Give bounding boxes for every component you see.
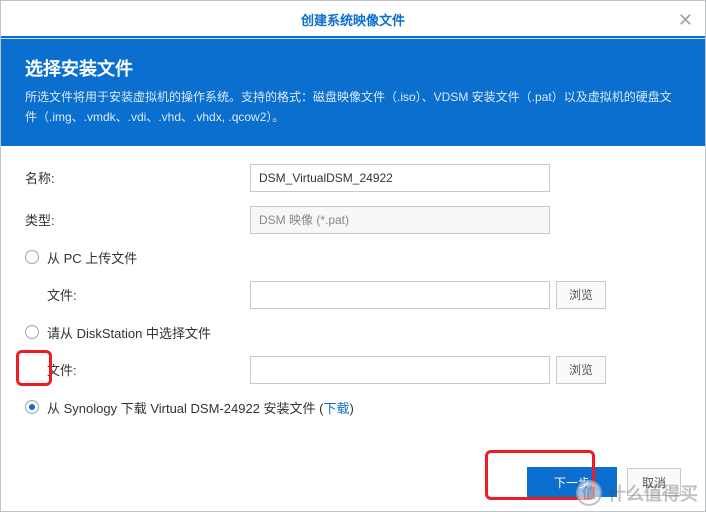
form-body: 名称: 类型: 从 PC 上传文件 文件: 浏览 请从 DiskStation … [1, 146, 705, 453]
name-label: 名称: [25, 168, 250, 187]
download-link[interactable]: 下载 [323, 401, 349, 416]
option-diskstation-label: 请从 DiskStation 中选择文件 [47, 323, 211, 342]
next-button[interactable]: 下一步 [527, 467, 617, 497]
wizard-description: 所选文件将用于安装虚拟机的操作系统。支持的格式：磁盘映像文件（.iso）、VDS… [25, 87, 681, 128]
row-file-pc: 文件: 浏览 [25, 281, 681, 309]
name-input[interactable] [250, 164, 550, 192]
option-diskstation[interactable]: 请从 DiskStation 中选择文件 [25, 323, 681, 342]
file-label-ds: 文件: [25, 360, 250, 379]
close-icon[interactable]: ✕ [678, 1, 693, 39]
create-image-dialog: 创建系统映像文件 ✕ 选择安装文件 所选文件将用于安装虚拟机的操作系统。支持的格… [0, 0, 706, 512]
dialog-footer: 下一步 取消 [1, 453, 705, 511]
option-download-text: 从 Synology 下载 Virtual DSM-24922 安装文件 ( [47, 401, 323, 416]
option-upload-pc-label: 从 PC 上传文件 [47, 248, 137, 267]
file-input-ds[interactable] [250, 356, 550, 384]
option-download-text-suffix: ) [349, 401, 353, 416]
type-input [250, 206, 550, 234]
option-upload-pc[interactable]: 从 PC 上传文件 [25, 248, 681, 267]
row-type: 类型: [25, 206, 681, 234]
file-input-pc[interactable] [250, 281, 550, 309]
radio-icon[interactable] [25, 250, 39, 264]
browse-button-ds[interactable]: 浏览 [556, 356, 606, 384]
option-download-synology[interactable]: 从 Synology 下载 Virtual DSM-24922 安装文件 (下载… [25, 398, 681, 417]
wizard-title: 选择安装文件 [25, 55, 681, 81]
browse-button-pc[interactable]: 浏览 [556, 281, 606, 309]
type-label: 类型: [25, 210, 250, 229]
radio-icon[interactable] [25, 400, 39, 414]
file-label-pc: 文件: [25, 285, 250, 304]
titlebar: 创建系统映像文件 ✕ [1, 1, 705, 39]
row-name: 名称: [25, 164, 681, 192]
cancel-button[interactable]: 取消 [627, 468, 681, 496]
wizard-header: 选择安装文件 所选文件将用于安装虚拟机的操作系统。支持的格式：磁盘映像文件（.i… [1, 39, 705, 146]
row-file-ds: 文件: 浏览 [25, 356, 681, 384]
dialog-title: 创建系统映像文件 [301, 10, 405, 29]
radio-icon[interactable] [25, 325, 39, 339]
option-download-label: 从 Synology 下载 Virtual DSM-24922 安装文件 (下载… [47, 398, 354, 417]
